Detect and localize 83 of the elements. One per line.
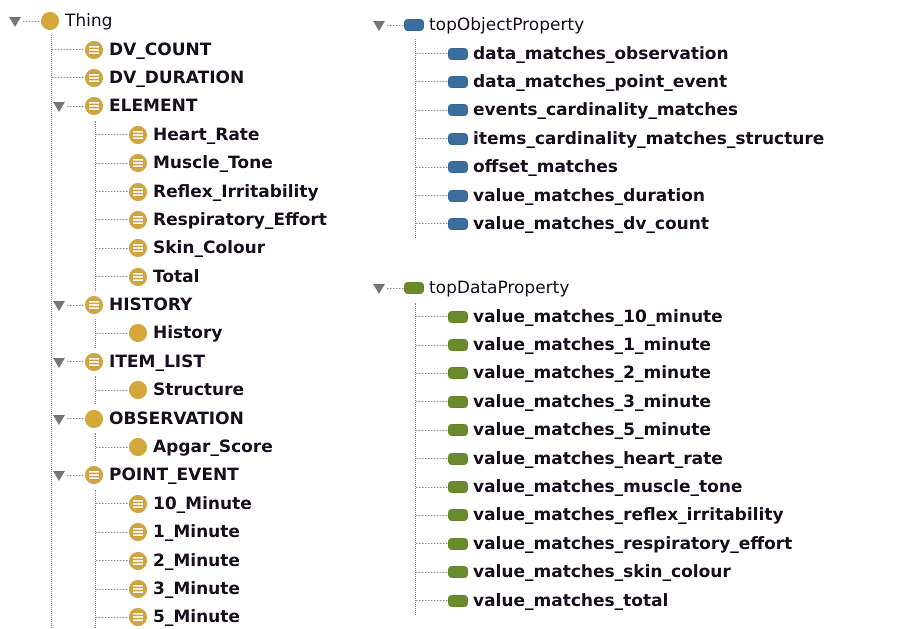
tree-item[interactable]: Structure (153, 380, 244, 400)
class-circle-icon (40, 11, 60, 32)
tree-item[interactable]: value_matches_10_minute (473, 306, 723, 327)
tree-item[interactable]: data_matches_point_event (473, 72, 728, 92)
object-property-icon (448, 188, 468, 203)
data-property-icon (448, 366, 468, 380)
data-property-icon (448, 394, 468, 409)
tree-item[interactable]: Total (153, 266, 200, 287)
tree-item[interactable]: value_matches_heart_rate (473, 448, 723, 469)
data-property-icon (448, 565, 468, 580)
tree-item[interactable]: topDataProperty (429, 278, 570, 298)
data-property-icon (448, 536, 468, 551)
tree-item[interactable]: value_matches_3_minute (473, 392, 711, 412)
object-property-icon (448, 46, 468, 61)
object-property-icon (448, 132, 468, 146)
tree-item[interactable]: DV_DURATION (109, 68, 244, 88)
class-lines-icon (84, 352, 104, 372)
data-property-icon (448, 508, 468, 522)
data-property-icon (448, 452, 468, 466)
data-property-icon (448, 310, 468, 324)
tree-item[interactable]: value_matches_respiratory_effort (473, 534, 792, 554)
class-lines-icon (128, 550, 148, 571)
tree-item[interactable]: Muscle_Tone (153, 153, 273, 174)
tree-item[interactable]: DV_COUNT (109, 40, 212, 60)
tree-item[interactable]: offset_matches (473, 157, 618, 178)
tree-item[interactable]: Apgar_Score (153, 437, 273, 458)
tree-item[interactable]: 3_Minute (153, 579, 240, 599)
tree-item[interactable]: POINT_EVENT (109, 465, 239, 486)
data-property-icon (448, 594, 468, 608)
class-circle-icon (84, 408, 104, 429)
tree-item[interactable]: ELEMENT (109, 96, 198, 116)
class-lines-icon (84, 96, 104, 116)
class-lines-icon (128, 210, 148, 230)
class-lines-icon (128, 238, 148, 258)
class-lines-icon (84, 40, 104, 60)
tree-item[interactable]: value_matches_muscle_tone (473, 477, 742, 498)
tree-item[interactable]: OBSERVATION (109, 408, 244, 429)
object-property-icon (448, 160, 468, 174)
data-property-icon (448, 480, 468, 494)
class-circle-icon (128, 437, 148, 458)
tree-item[interactable]: value_matches_duration (473, 186, 706, 206)
class-lines-icon (128, 579, 148, 599)
object-property-icon (448, 103, 468, 118)
data-property-icon (404, 281, 424, 296)
tree-item[interactable]: value_matches_5_minute (473, 420, 711, 440)
tree-item[interactable]: data_matches_observation (473, 44, 729, 64)
class-circle-icon (128, 323, 148, 344)
tree-item[interactable]: value_matches_reflex_irritability (473, 505, 784, 526)
class-lines-icon (128, 153, 148, 174)
class-lines-icon (128, 522, 148, 542)
data-property-icon (448, 338, 468, 352)
data-property-icon (448, 423, 468, 438)
tree-item[interactable]: topObjectProperty (429, 15, 584, 36)
tree-item[interactable]: Reflex_Irritability (153, 182, 319, 202)
class-lines-icon (128, 124, 148, 145)
class-lines-icon (84, 465, 104, 486)
tree-item[interactable]: value_matches_1_minute (473, 335, 711, 356)
tree-item[interactable]: 1_Minute (153, 522, 240, 542)
tree-item[interactable]: value_matches_skin_colour (473, 562, 731, 582)
class-circle-icon (128, 380, 148, 400)
tree-item[interactable]: value_matches_dv_count (473, 214, 709, 234)
class-lines-icon (128, 182, 148, 202)
tree-item[interactable]: value_matches_total (473, 590, 668, 611)
class-lines-icon (84, 68, 104, 88)
object-property-icon (404, 18, 424, 32)
tree-item[interactable]: HISTORY (109, 295, 192, 316)
class-lines-icon (84, 295, 104, 316)
tree-item[interactable]: Respiratory_Effort (153, 210, 327, 230)
tree-item[interactable]: 5_Minute (153, 607, 240, 628)
tree-item[interactable]: ITEM_LIST (109, 352, 205, 372)
tree-item[interactable]: History (153, 323, 222, 344)
tree-item[interactable]: Thing (65, 11, 112, 32)
object-property-icon (448, 216, 468, 231)
tree-item[interactable]: value_matches_2_minute (473, 363, 711, 384)
tree-item[interactable]: Heart_Rate (153, 124, 260, 145)
class-lines-icon (128, 494, 148, 514)
tree-item[interactable]: 2_Minute (153, 550, 240, 571)
object-property-icon (448, 74, 468, 89)
tree-item[interactable]: events_cardinality_matches (473, 100, 738, 120)
tree-item[interactable]: Skin_Colour (153, 238, 266, 258)
tree-item[interactable]: items_cardinality_matches_structure (473, 128, 824, 149)
class-lines-icon (128, 266, 148, 287)
tree-item[interactable]: 10_Minute (153, 494, 252, 514)
